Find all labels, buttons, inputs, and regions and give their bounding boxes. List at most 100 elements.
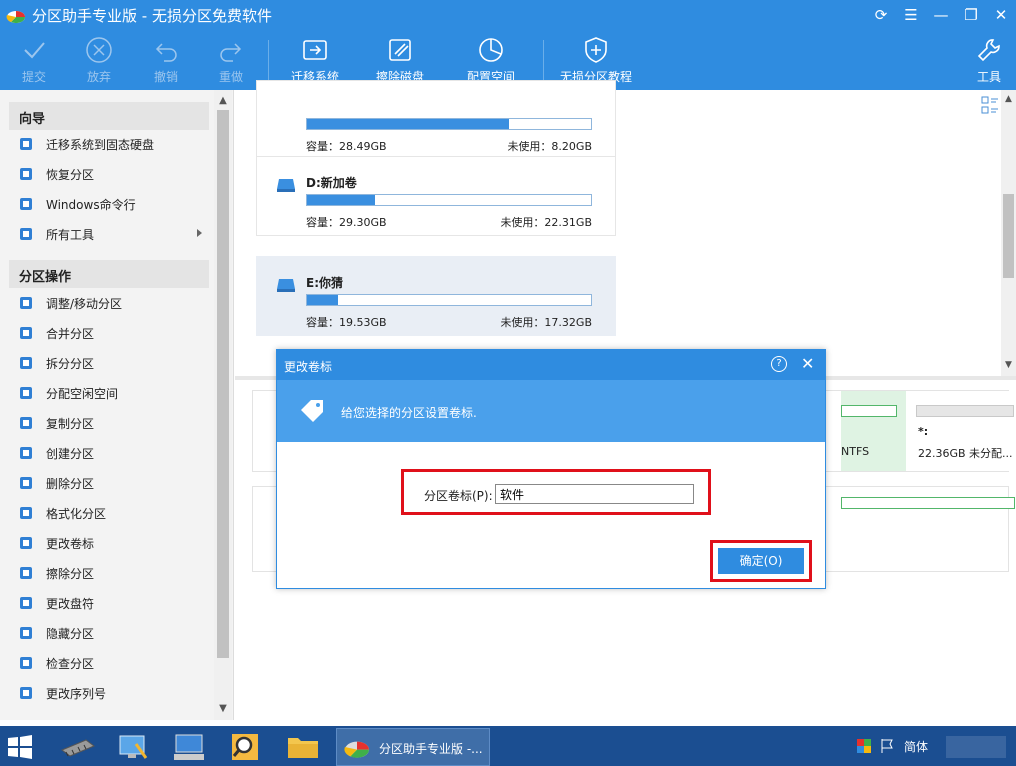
- tools-button[interactable]: 工具: [949, 36, 1016, 85]
- menu-icon[interactable]: ☰: [896, 0, 926, 30]
- sidebar-item[interactable]: 更改卷标: [18, 532, 208, 554]
- drive-icon: [277, 179, 295, 192]
- tray-overflow: [946, 736, 1006, 758]
- sidebar-item[interactable]: 复制分区: [18, 412, 208, 434]
- sidebar-item[interactable]: 更改盘符: [18, 592, 208, 614]
- discard-icon: [86, 37, 112, 63]
- sidebar-item[interactable]: 擦除分区: [18, 562, 208, 584]
- label-field-caption: 分区卷标(P):: [424, 489, 493, 503]
- sidebar-item[interactable]: 迁移系统到固态硬盘: [18, 133, 208, 155]
- ntfs-partition-cell[interactable]: NTFS: [841, 391, 906, 471]
- unallocated-name: *:: [918, 425, 929, 438]
- close-icon[interactable]: ✕: [801, 354, 814, 373]
- resize-icon: [20, 297, 32, 309]
- sidebar-item[interactable]: 删除分区: [18, 472, 208, 494]
- migrate-os-button[interactable]: 迁移系统: [275, 36, 355, 85]
- wipe-disk-icon: [389, 39, 411, 61]
- computer-icon[interactable]: [168, 730, 210, 764]
- scroll-down-icon[interactable]: ▼: [1003, 360, 1014, 370]
- scrollbar-thumb[interactable]: [217, 110, 229, 658]
- refresh-icon[interactable]: ⟳: [866, 0, 896, 30]
- main-scrollbar[interactable]: ▲ ▼: [1001, 90, 1016, 376]
- delete-icon: [20, 477, 32, 489]
- sidebar-item[interactable]: 隐藏分区: [18, 622, 208, 644]
- language-indicator[interactable]: 简体: [904, 738, 928, 755]
- restore-icon[interactable]: ❐: [956, 0, 986, 30]
- wipe-icon: [20, 567, 32, 579]
- unused-text: 未使用：8.20GB: [507, 140, 592, 153]
- ok-button[interactable]: 确定(O): [718, 548, 804, 574]
- capacity-text: 容量：29.30GB: [306, 216, 387, 229]
- redo-icon: [220, 43, 242, 62]
- sidebar-scrollbar[interactable]: ▲ ▼: [214, 90, 232, 720]
- title-bar: 分区助手专业版 - 无损分区免费软件 ⟳ ☰ — ❐ ✕: [0, 0, 1016, 30]
- sidebar-item-label: 恢复分区: [46, 167, 95, 182]
- unallocated-cell[interactable]: *: 22.36GB 未分配...: [910, 391, 1014, 471]
- minimize-icon[interactable]: —: [926, 0, 956, 30]
- color-tray-icon[interactable]: [856, 738, 872, 754]
- hardware-icon[interactable]: [56, 730, 98, 764]
- unallocated-size: 22.36GB 未分配...: [918, 447, 1013, 460]
- merge-icon: [20, 327, 32, 339]
- sidebar-item-label: 更改盘符: [46, 596, 95, 611]
- scroll-up-icon[interactable]: ▲: [218, 96, 228, 106]
- partition-card[interactable]: D:新加卷 容量：29.30GB 未使用：22.31GB: [256, 156, 616, 236]
- partition-card[interactable]: 容量：28.49GB 未使用：8.20GB: [256, 80, 616, 160]
- sidebar-item-label: 创建分区: [46, 446, 95, 461]
- sidebar-item-label: 隐藏分区: [46, 626, 95, 641]
- dialog-title: 更改卷标: [284, 360, 333, 374]
- sidebar-item[interactable]: 合并分区: [18, 322, 208, 344]
- tools-label: 工具: [976, 70, 1001, 84]
- dialog-titlebar: 更改卷标 ? ✕: [277, 350, 825, 380]
- sidebar-item-label: 分配空闲空间: [46, 386, 119, 401]
- sidebar-item[interactable]: 恢复分区: [18, 163, 208, 185]
- sidebar-item[interactable]: 更改序列号: [18, 682, 208, 704]
- label-icon: [20, 537, 32, 549]
- sidebar-item[interactable]: 格式化分区: [18, 502, 208, 524]
- tag-icon: [301, 400, 323, 422]
- label-input[interactable]: [495, 484, 694, 504]
- partition-card[interactable]: E:你猜 容量：19.53GB 未使用：17.32GB: [256, 256, 616, 336]
- hide-icon: [20, 627, 32, 639]
- app-title: 分区助手专业版 - 无损分区免费软件: [32, 7, 272, 25]
- sidebar-item-label: 检查分区: [46, 656, 95, 671]
- sidebar: 向导 迁移系统到固态硬盘 恢复分区 Windows命令行 所有工具 分区操作 调整/移…: [0, 90, 234, 720]
- scroll-up-icon[interactable]: ▲: [1003, 94, 1014, 104]
- capacity-text: 容量：28.49GB: [306, 140, 387, 153]
- usage-fill: [307, 295, 339, 305]
- view-toggle-icon[interactable]: [979, 94, 1001, 116]
- scroll-down-icon[interactable]: ▼: [218, 704, 228, 714]
- taskbar-active-app[interactable]: 分区助手专业版 -...: [336, 728, 490, 766]
- change-label-dialog: 更改卷标 ? ✕ 给您选择的分区设置卷标. 分区卷标(P): 确定(O): [276, 349, 826, 589]
- sidebar-item[interactable]: 检查分区: [18, 652, 208, 674]
- sidebar-item-label: 所有工具: [46, 227, 95, 242]
- windows-start-icon[interactable]: [6, 734, 34, 760]
- sidebar-item[interactable]: 所有工具: [18, 223, 208, 245]
- window-controls: ⟳ ☰ — ❐ ✕: [866, 0, 1016, 30]
- sidebar-item[interactable]: 调整/移动分区: [18, 292, 208, 314]
- help-icon[interactable]: ?: [771, 356, 787, 372]
- sidebar-section-wizard: 向导: [9, 102, 209, 130]
- flag-tray-icon[interactable]: [880, 738, 894, 754]
- unused-text: 未使用：22.31GB: [500, 216, 592, 229]
- usage-bar: [306, 294, 592, 306]
- sidebar-item[interactable]: Windows命令行: [18, 193, 208, 215]
- redo-button[interactable]: 重做: [191, 36, 271, 85]
- control-panel-icon[interactable]: [112, 730, 154, 764]
- sidebar-item[interactable]: 分配空闲空间: [18, 382, 208, 404]
- tutorial-button[interactable]: 无损分区教程: [554, 36, 638, 85]
- sidebar-item[interactable]: 创建分区: [18, 442, 208, 464]
- capacity-text: 容量：19.53GB: [306, 316, 387, 329]
- sidebar-item[interactable]: 拆分分区: [18, 352, 208, 374]
- scrollbar-thumb[interactable]: [1003, 194, 1014, 278]
- check-icon: [20, 657, 32, 669]
- close-icon[interactable]: ✕: [986, 0, 1016, 30]
- folder-icon[interactable]: [282, 730, 324, 764]
- sidebar-item-label: 合并分区: [46, 326, 95, 341]
- app-logo-icon: [344, 741, 370, 758]
- wipe-disk-button[interactable]: 擦除磁盘: [360, 36, 440, 85]
- ok-button-highlight: 确定(O): [710, 540, 812, 582]
- allocate-space-button[interactable]: 配置空间: [451, 36, 531, 85]
- app-logo-icon: [6, 11, 26, 24]
- search-tool-icon[interactable]: [224, 730, 266, 764]
